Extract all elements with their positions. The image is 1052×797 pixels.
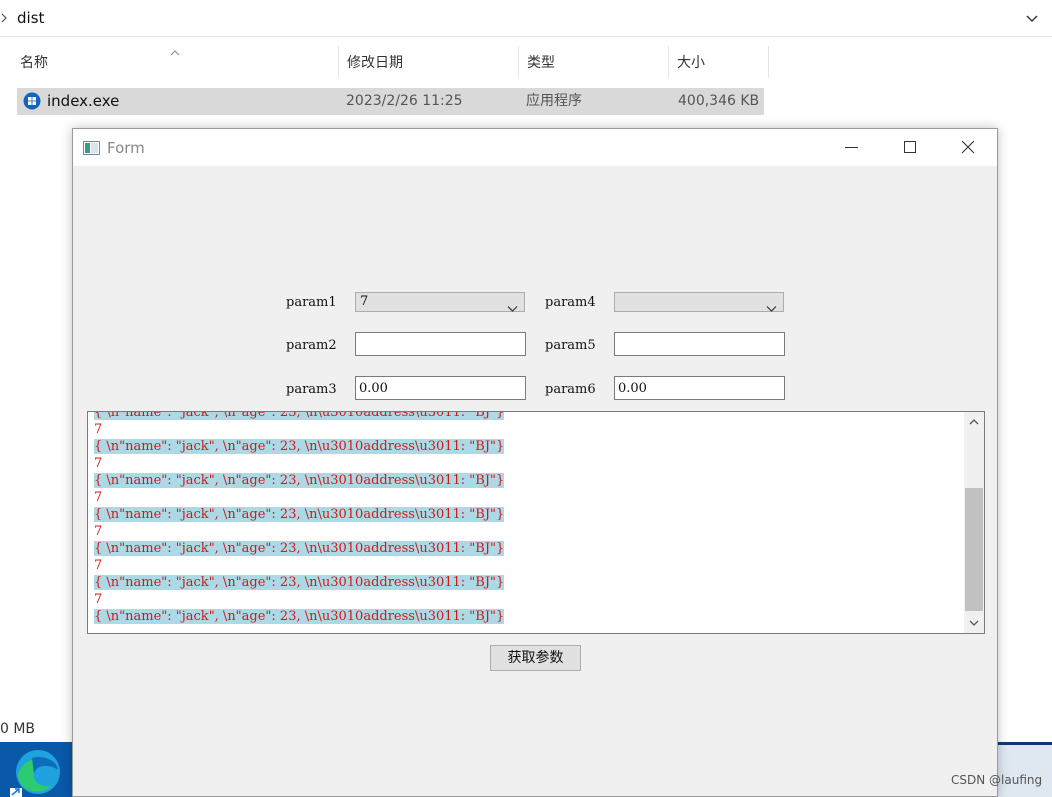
output-line-text: { \n"name": "jack", \n"age": 23, \n\u301… <box>94 575 505 590</box>
param1-value: 7 <box>360 294 369 309</box>
file-type: 应用程序 <box>526 93 582 109</box>
screen: dist 名称 修改日期 类型 大小 index.exe 2023/2/26 1… <box>0 0 1052 797</box>
param3-input[interactable] <box>355 376 526 400</box>
param4-label: param4 <box>545 295 596 310</box>
app-icon <box>83 140 100 155</box>
output-line: { \n"name": "jack", \n"age": 23, \n\u301… <box>94 472 964 489</box>
column-type[interactable]: 类型 <box>519 46 669 78</box>
output-line-text: { \n"name": "jack", \n"age": 23, \n\u301… <box>94 439 505 454</box>
output-line: { \n"name": "jack", \n"age": 23, \n\u301… <box>94 506 964 523</box>
output-line-text: 7 <box>94 456 103 471</box>
output-line: 7 <box>94 523 964 540</box>
watermark: CSDN @laufing <box>951 773 1043 787</box>
output-line-text: { \n"name": "jack", \n"age": 23, \n\u301… <box>94 412 505 420</box>
column-size[interactable]: 大小 <box>669 46 769 78</box>
scroll-up-icon[interactable] <box>964 412 984 432</box>
param2-input[interactable] <box>355 332 526 356</box>
address-path: dist <box>17 9 45 27</box>
param5-label: param5 <box>545 338 596 353</box>
status-size: 0 MB <box>0 721 36 737</box>
output-lines: { \n"name": "jack", \n"age": 23, \n\u301… <box>94 412 964 625</box>
param2-label: param2 <box>286 338 337 353</box>
param5-input[interactable] <box>614 332 785 356</box>
file-size: 400,346 KB <box>678 93 760 109</box>
output-line-text: { \n"name": "jack", \n"age": 23, \n\u301… <box>94 609 505 624</box>
output-line: 7 <box>94 557 964 574</box>
output-line-text: 7 <box>94 422 103 437</box>
output-line: { \n"name": "jack", \n"age": 23, \n\u301… <box>94 540 964 557</box>
get-params-button[interactable]: 获取参数 <box>490 645 581 671</box>
scroll-down-icon[interactable] <box>964 613 984 633</box>
output-line: 7 <box>94 455 964 472</box>
output-line-text: { \n"name": "jack", \n"age": 23, \n\u301… <box>94 541 505 556</box>
title-bar[interactable]: Form <box>73 129 997 166</box>
edge-icon[interactable] <box>0 742 72 797</box>
param4-combobox[interactable] <box>614 292 784 312</box>
output-line: { \n"name": "jack", \n"age": 23, \n\u301… <box>94 412 964 421</box>
param3-label: param3 <box>286 382 337 397</box>
output-line: 7 <box>94 421 964 438</box>
param1-combobox[interactable]: 7 <box>355 292 525 312</box>
minimize-button[interactable] <box>823 129 881 166</box>
output-line-text: { \n"name": "jack", \n"age": 23, \n\u301… <box>94 473 505 488</box>
chevron-right-icon[interactable] <box>0 8 10 28</box>
chevron-down-icon <box>507 298 518 312</box>
param6-input[interactable] <box>614 376 785 400</box>
chevron-down-icon <box>766 298 777 312</box>
output-line: { \n"name": "jack", \n"age": 23, \n\u301… <box>94 574 964 591</box>
close-button[interactable] <box>939 129 997 166</box>
output-line: 7 <box>94 489 964 506</box>
window-title: Form <box>107 139 145 157</box>
exe-icon <box>23 92 41 110</box>
file-row[interactable]: index.exe 2023/2/26 11:25 应用程序 400,346 K… <box>17 88 764 115</box>
scroll-thumb[interactable] <box>965 488 983 611</box>
vertical-scrollbar[interactable] <box>964 412 984 633</box>
output-line: 7 <box>94 591 964 608</box>
output-line-text: 7 <box>94 490 103 505</box>
column-date[interactable]: 修改日期 <box>339 46 519 78</box>
maximize-button[interactable] <box>881 129 939 166</box>
param6-label: param6 <box>545 382 596 397</box>
column-name[interactable]: 名称 <box>12 46 339 78</box>
chevron-down-icon[interactable] <box>1022 8 1042 28</box>
output-line: { \n"name": "jack", \n"age": 23, \n\u301… <box>94 438 964 455</box>
output-line-text: 7 <box>94 558 103 573</box>
output-line-text: 7 <box>94 592 103 607</box>
file-name: index.exe <box>47 92 120 110</box>
param1-label: param1 <box>286 295 337 310</box>
output-line-text: { \n"name": "jack", \n"age": 23, \n\u301… <box>94 507 505 522</box>
output-line: { \n"name": "jack", \n"age": 23, \n\u301… <box>94 608 964 625</box>
address-bar[interactable]: dist <box>0 0 1052 37</box>
output-line-text: 7 <box>94 524 103 539</box>
output-textarea[interactable]: { \n"name": "jack", \n"age": 23, \n\u301… <box>87 411 985 634</box>
file-date: 2023/2/26 11:25 <box>346 93 463 109</box>
form-window: Form param1 7 param4 param2 param5 param… <box>72 128 998 797</box>
